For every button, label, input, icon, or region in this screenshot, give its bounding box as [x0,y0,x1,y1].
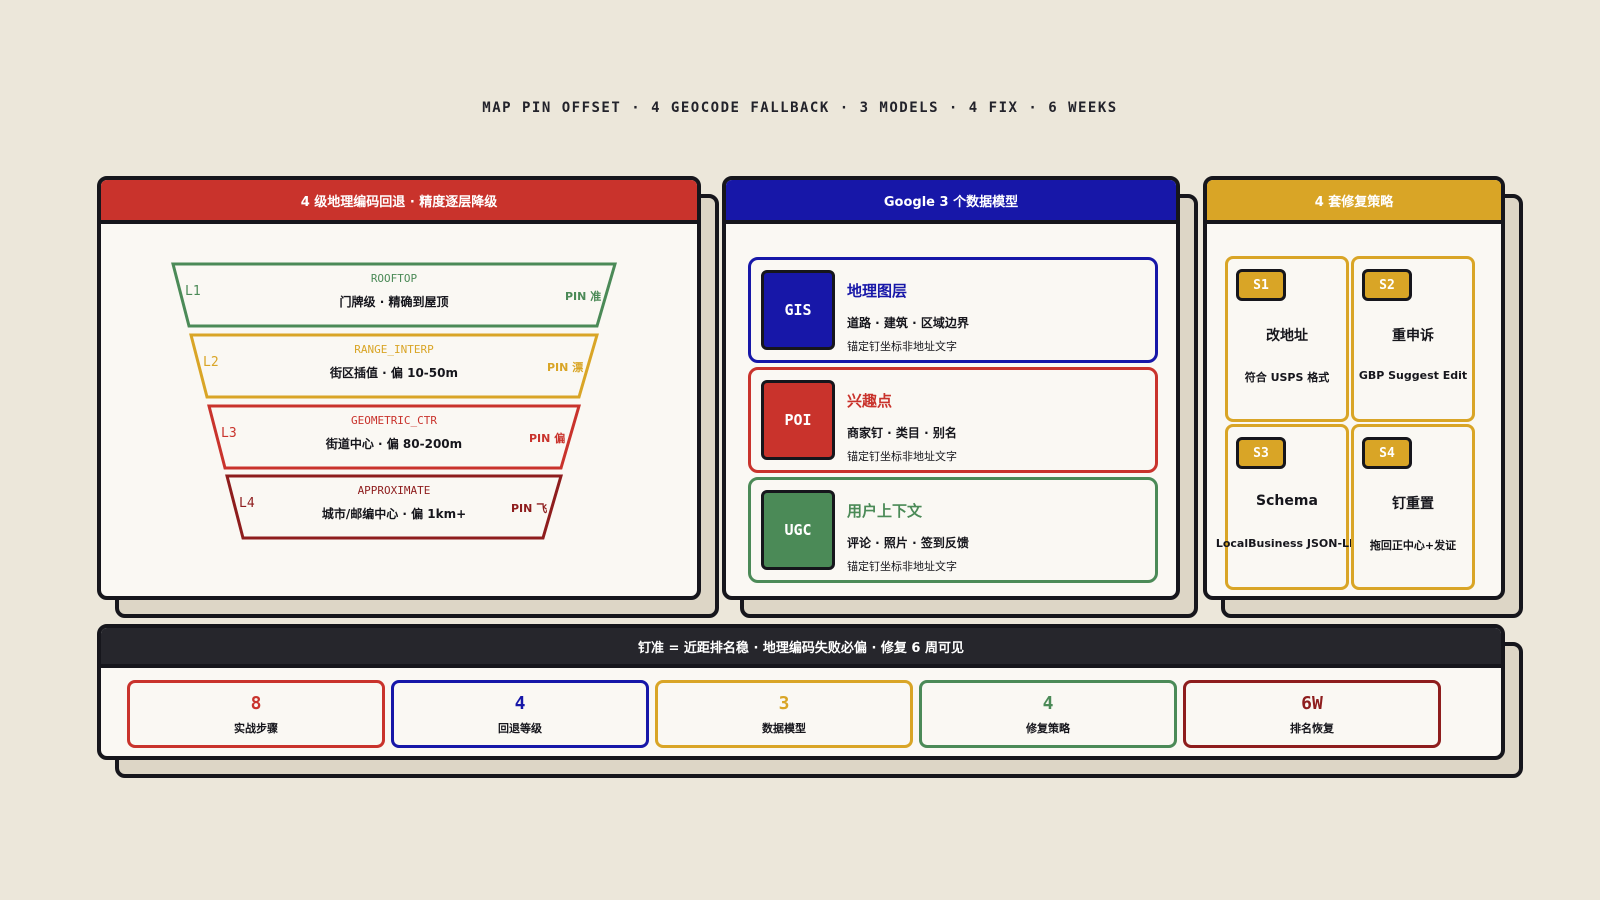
fix-strategies-panel: 4 套修复策略 S1 改地址符合 USPS 格式 S2 重申诉 GBP Suggest … [1203,176,1523,618]
summary-panel: 钉准 = 近距排名稳 · 地理编码失败必偏 · 修复 6 周可见 8 实战步骤 4 回… [97,624,1523,778]
model-card: POI 兴趣点商家钉 · 类目 · 别名 锚定钉坐标非地址文字 [748,367,1158,473]
pin-accuracy-label: PIN 偏 [529,432,566,445]
summary-title: 钉准 = 近距排名稳 · 地理编码失败必偏 · 修复 6 周可见 [101,628,1501,668]
stat-label: 实战步骤 [234,722,278,735]
stat-card: 6W 排名恢复 [1183,680,1441,748]
fix-card: S1 改地址符合 USPS 格式 [1225,256,1349,422]
stat-card: 4 修复策略 [919,680,1177,748]
model-badge: GIS [761,270,835,350]
fix-title: Schema [1256,493,1318,509]
stat-value: 8 [250,693,262,714]
fix-badge: S3 [1236,437,1286,469]
stat-value: 4 [514,693,526,714]
funnel-tier-label: GEOMETRIC_CTR 街道中心 · 偏 80-200m [244,414,544,452]
stat-label: 数据模型 [762,722,806,735]
model-title: 兴趣点 [847,392,893,410]
funnel-tier-label: ROOFTOP 门牌级 · 精确到屋顶 [244,272,544,310]
stat-value: 6W [1301,693,1323,714]
pin-accuracy-label: PIN 飞 [511,502,548,515]
model-badge: UGC [761,490,835,570]
fix-card: S4 钉重置拖回正中心+发证 [1351,424,1475,590]
model-title: 地理图层 [847,282,908,300]
pin-accuracy-label: PIN 准 [565,290,602,303]
fix-description: 拖回正中心+发证 [1369,539,1457,552]
stat-card: 3 数据模型 [655,680,913,748]
tier-description: 城市/邮编中心 · 偏 1km+ [321,507,467,521]
model-note: 锚定钉坐标非地址文字 [847,340,957,353]
fix-description: GBP Suggest Edit [1358,369,1468,382]
stat-card: 4 回退等级 [391,680,649,748]
tier-description: 街区插值 · 偏 10-50m [330,366,458,380]
model-note: 锚定钉坐标非地址文字 [847,560,957,573]
panel-body: 4 级地理编码回退 · 精度逐层降级 L1 ROOFTOP 门牌级 · 精确到屋顶 P… [97,176,701,600]
stat-label: 排名恢复 [1290,722,1334,735]
headline: MAP PIN OFFSET · 4 GEOCODE FALLBACK · 3 … [482,100,1118,116]
funnel-level-label: L2 [203,355,219,370]
panel-body: Google 3 个数据模型 GIS 地理图层道路 · 建筑 · 区域边界 锚定钉坐… [722,176,1180,600]
model-description: 商家钉 · 类目 · 别名 [847,426,957,440]
models-panel-title: Google 3 个数据模型 [726,180,1176,224]
fix-title: 重申诉 [1392,328,1434,344]
funnel-tier-label: RANGE_INTERP 街区插值 · 偏 10-50m [244,343,544,381]
diagram-canvas: MAP PIN OFFSET · 4 GEOCODE FALLBACK · 3 … [0,0,1600,900]
fix-panel-title: 4 套修复策略 [1207,180,1501,224]
model-title: 用户上下文 [847,502,923,520]
funnel-level-label: L3 [221,426,237,441]
geocode-type: ROOFTOP [370,272,418,285]
model-card: UGC 用户上下文评论 · 照片 · 签到反馈 锚定钉坐标非地址文字 [748,477,1158,583]
geocode-type: APPROXIMATE [357,484,431,497]
model-description: 评论 · 照片 · 签到反馈 [847,536,969,550]
geocode-type: RANGE_INTERP [354,343,434,356]
stat-value: 4 [1042,693,1054,714]
stat-card: 8 实战步骤 [127,680,385,748]
geocode-type: GEOMETRIC_CTR [350,414,438,427]
fix-description: 符合 USPS 格式 [1244,371,1330,384]
funnel-tier-label: APPROXIMATE 城市/邮编中心 · 偏 1km+ [244,484,544,522]
fix-badge: S1 [1236,269,1286,301]
tier-description: 街道中心 · 偏 80-200m [325,437,463,451]
fix-card: S2 重申诉 GBP Suggest Edit [1351,256,1475,422]
model-note: 锚定钉坐标非地址文字 [847,450,957,463]
model-badge: POI [761,380,835,460]
tier-description: 门牌级 · 精确到屋顶 [339,295,449,309]
funnel-level-label: L1 [185,284,201,299]
geocode-fallback-panel: 4 级地理编码回退 · 精度逐层降级 L1 ROOFTOP 门牌级 · 精确到屋顶 P… [97,176,719,618]
panel-body: 钉准 = 近距排名稳 · 地理编码失败必偏 · 修复 6 周可见 8 实战步骤 4 回… [97,624,1505,760]
fix-badge: S2 [1362,269,1412,301]
stat-label: 回退等级 [498,722,542,735]
fix-title: 改地址 [1266,328,1308,344]
funnel-panel-title: 4 级地理编码回退 · 精度逐层降级 [101,180,697,224]
stat-label: 修复策略 [1026,722,1070,735]
model-card: GIS 地理图层道路 · 建筑 · 区域边界 锚定钉坐标非地址文字 [748,257,1158,363]
fix-badge: S4 [1362,437,1412,469]
fix-title: 钉重置 [1392,496,1434,512]
panel-body: 4 套修复策略 S1 改地址符合 USPS 格式 S2 重申诉 GBP Suggest … [1203,176,1505,600]
pin-accuracy-label: PIN 漂 [547,361,584,374]
data-models-panel: Google 3 个数据模型 GIS 地理图层道路 · 建筑 · 区域边界 锚定钉坐… [722,176,1198,618]
fix-description: LocalBusiness JSON-LD [1215,537,1359,550]
stat-value: 3 [778,693,790,714]
model-description: 道路 · 建筑 · 区域边界 [847,316,969,330]
fix-card: S3 Schema LocalBusiness JSON-LD [1216,424,1358,590]
